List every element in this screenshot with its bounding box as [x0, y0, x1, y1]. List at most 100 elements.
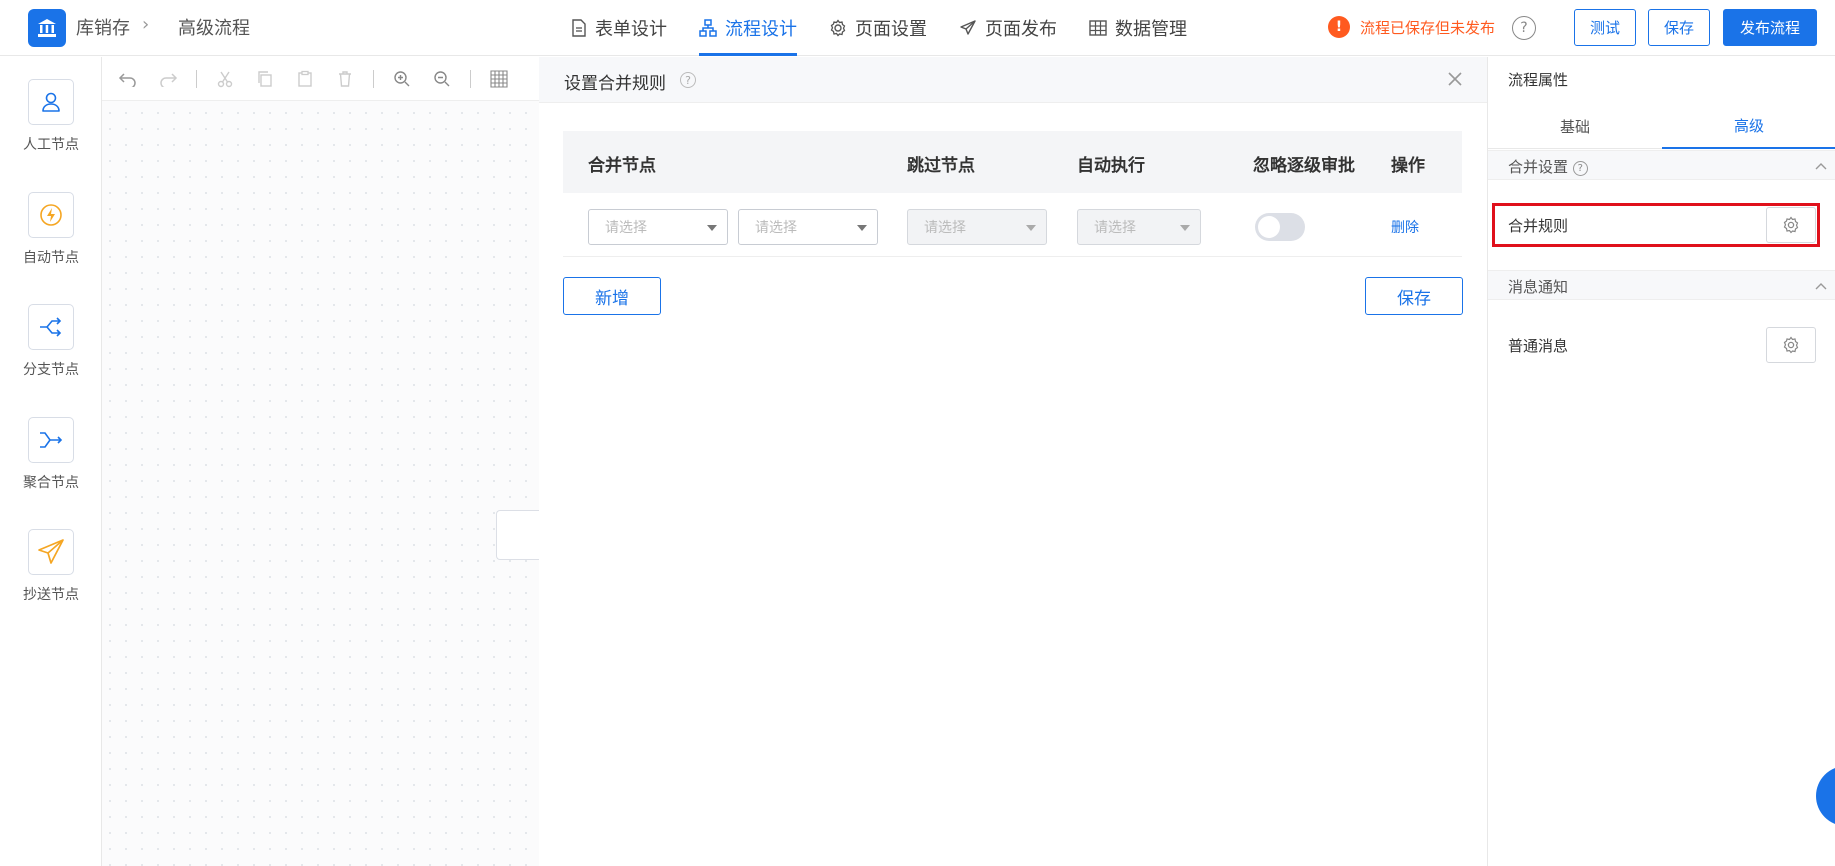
- caret-down-icon: [1026, 225, 1036, 231]
- panel-title: 流程属性: [1508, 71, 1569, 89]
- delete-icon[interactable]: [333, 67, 357, 91]
- canvas-toolbar: [102, 57, 539, 101]
- user-icon: [42, 92, 60, 112]
- gear-icon: [1783, 336, 1799, 354]
- tab-basic[interactable]: 基础: [1488, 103, 1662, 149]
- tab-advanced[interactable]: 高级: [1662, 103, 1835, 149]
- palette-node-merge[interactable]: 聚合节点: [0, 417, 102, 492]
- normal-message-settings-button[interactable]: [1766, 327, 1816, 363]
- tab-page-settings[interactable]: 页面设置: [813, 0, 943, 56]
- test-button[interactable]: 测试: [1574, 9, 1636, 46]
- publish-button[interactable]: 发布流程: [1723, 9, 1817, 46]
- top-bar: 库销存 › 高级流程 表单设计 流程设计 页面设置 页面发布 数据管理 ! 流程…: [0, 0, 1835, 56]
- flow-canvas[interactable]: [102, 57, 539, 866]
- zoom-in-icon[interactable]: [390, 67, 414, 91]
- canvas-collapse-handle[interactable]: [496, 510, 539, 560]
- select-placeholder: 请选择: [924, 220, 966, 236]
- add-rule-button[interactable]: 新增: [563, 277, 661, 315]
- caret-down-icon: [1180, 225, 1190, 231]
- gear-icon: [830, 19, 846, 37]
- notification-section[interactable]: 消息通知: [1488, 270, 1835, 300]
- help-icon[interactable]: ?: [680, 72, 696, 88]
- publish-status: ! 流程已保存但未发布: [1328, 16, 1495, 38]
- tab-form-design[interactable]: 表单设计: [555, 0, 683, 56]
- palette-node-branch[interactable]: 分支节点: [0, 304, 102, 379]
- select-placeholder: 请选择: [605, 220, 647, 236]
- node-label: 人工节点: [23, 137, 79, 153]
- merge-rule-label: 合并规则: [1508, 217, 1569, 235]
- toolbar-divider: [373, 69, 374, 88]
- tab-label: 数据管理: [1115, 19, 1187, 40]
- help-icon[interactable]: ?: [1572, 161, 1588, 176]
- merge-node-select-2[interactable]: 请选择: [738, 209, 878, 245]
- properties-tabs: 基础 高级: [1488, 103, 1835, 149]
- zoom-out-icon[interactable]: [430, 67, 454, 91]
- palette-node-cc[interactable]: 抄送节点: [0, 529, 102, 604]
- lightning-icon: [40, 204, 62, 226]
- node-palette: 人工节点 自动节点 分支节点 聚合节点 抄送节点: [0, 57, 102, 866]
- delete-row-link[interactable]: 删除: [1391, 217, 1419, 237]
- column-header: 跳过节点: [907, 156, 975, 176]
- copy-icon[interactable]: [253, 67, 277, 91]
- main-tabs: 表单设计 流程设计 页面设置 页面发布 数据管理: [555, 0, 1203, 56]
- merge-icon: [40, 432, 63, 448]
- ignore-approval-toggle[interactable]: [1255, 213, 1305, 241]
- column-header: 忽略逐级审批: [1253, 156, 1355, 176]
- tab-label: 流程设计: [725, 19, 797, 40]
- table-icon: [1089, 20, 1107, 36]
- auto-execute-select[interactable]: 请选择: [1077, 209, 1201, 245]
- column-header: 合并节点: [588, 156, 656, 176]
- tab-page-publish[interactable]: 页面发布: [943, 0, 1073, 56]
- close-icon[interactable]: [1445, 69, 1465, 89]
- toggle-knob: [1258, 216, 1280, 238]
- section-label: 消息通知: [1508, 278, 1569, 296]
- palette-node-auto[interactable]: 自动节点: [0, 192, 102, 267]
- caret-down-icon: [857, 225, 867, 231]
- breadcrumb-current: 高级流程: [178, 18, 250, 39]
- save-rules-button[interactable]: 保存: [1365, 277, 1463, 315]
- status-text: 流程已保存但未发布: [1360, 18, 1496, 37]
- select-placeholder: 请选择: [1094, 220, 1136, 236]
- dialog-title: 设置合并规则: [564, 74, 666, 94]
- node-box: [28, 79, 74, 125]
- send-icon: [960, 20, 976, 35]
- chevron-up-icon[interactable]: [1814, 279, 1828, 293]
- toolbar-divider: [196, 69, 197, 88]
- node-box: [28, 417, 74, 463]
- merge-settings-section[interactable]: 合并设置 ?: [1488, 150, 1835, 180]
- rules-table-header: 合并节点 跳过节点 自动执行 忽略逐级审批 操作: [563, 131, 1462, 193]
- column-header: 操作: [1391, 156, 1425, 176]
- table-row: 请选择 请选择 请选择 请选择 删除: [563, 193, 1462, 257]
- normal-message-label: 普通消息: [1508, 337, 1569, 355]
- save-button[interactable]: 保存: [1648, 9, 1710, 46]
- dialog-header: 设置合并规则 ?: [539, 57, 1487, 103]
- breadcrumb-app[interactable]: 库销存: [76, 14, 130, 40]
- grid-icon[interactable]: [487, 67, 511, 91]
- caret-down-icon: [707, 225, 717, 231]
- paste-icon[interactable]: [293, 67, 317, 91]
- paper-plane-icon: [38, 539, 64, 564]
- properties-panel: 流程属性 基础 高级 合并设置 ? 合并规则 消息通知 普通消息: [1487, 57, 1835, 866]
- bank-icon[interactable]: [28, 9, 66, 47]
- chevron-right-icon: ›: [142, 14, 150, 35]
- cut-icon[interactable]: [213, 67, 237, 91]
- node-label: 聚合节点: [23, 475, 79, 491]
- node-label: 自动节点: [23, 250, 79, 266]
- tab-data-management[interactable]: 数据管理: [1073, 0, 1203, 56]
- tab-label: 表单设计: [595, 19, 667, 40]
- chevron-up-icon[interactable]: [1814, 159, 1828, 173]
- branch-icon: [40, 317, 62, 337]
- help-icon[interactable]: ?: [1512, 16, 1536, 40]
- redo-icon[interactable]: [156, 67, 180, 91]
- merge-node-select-1[interactable]: 请选择: [588, 209, 728, 245]
- merge-rule-settings-button[interactable]: [1766, 207, 1816, 243]
- node-box: [28, 192, 74, 238]
- undo-icon[interactable]: [116, 67, 140, 91]
- tab-flow-design[interactable]: 流程设计: [683, 0, 813, 56]
- skip-node-select[interactable]: 请选择: [907, 209, 1047, 245]
- palette-node-manual[interactable]: 人工节点: [0, 79, 102, 154]
- column-header: 自动执行: [1077, 156, 1145, 176]
- select-placeholder: 请选择: [755, 220, 797, 236]
- document-icon: [572, 19, 586, 37]
- node-label: 抄送节点: [23, 587, 79, 603]
